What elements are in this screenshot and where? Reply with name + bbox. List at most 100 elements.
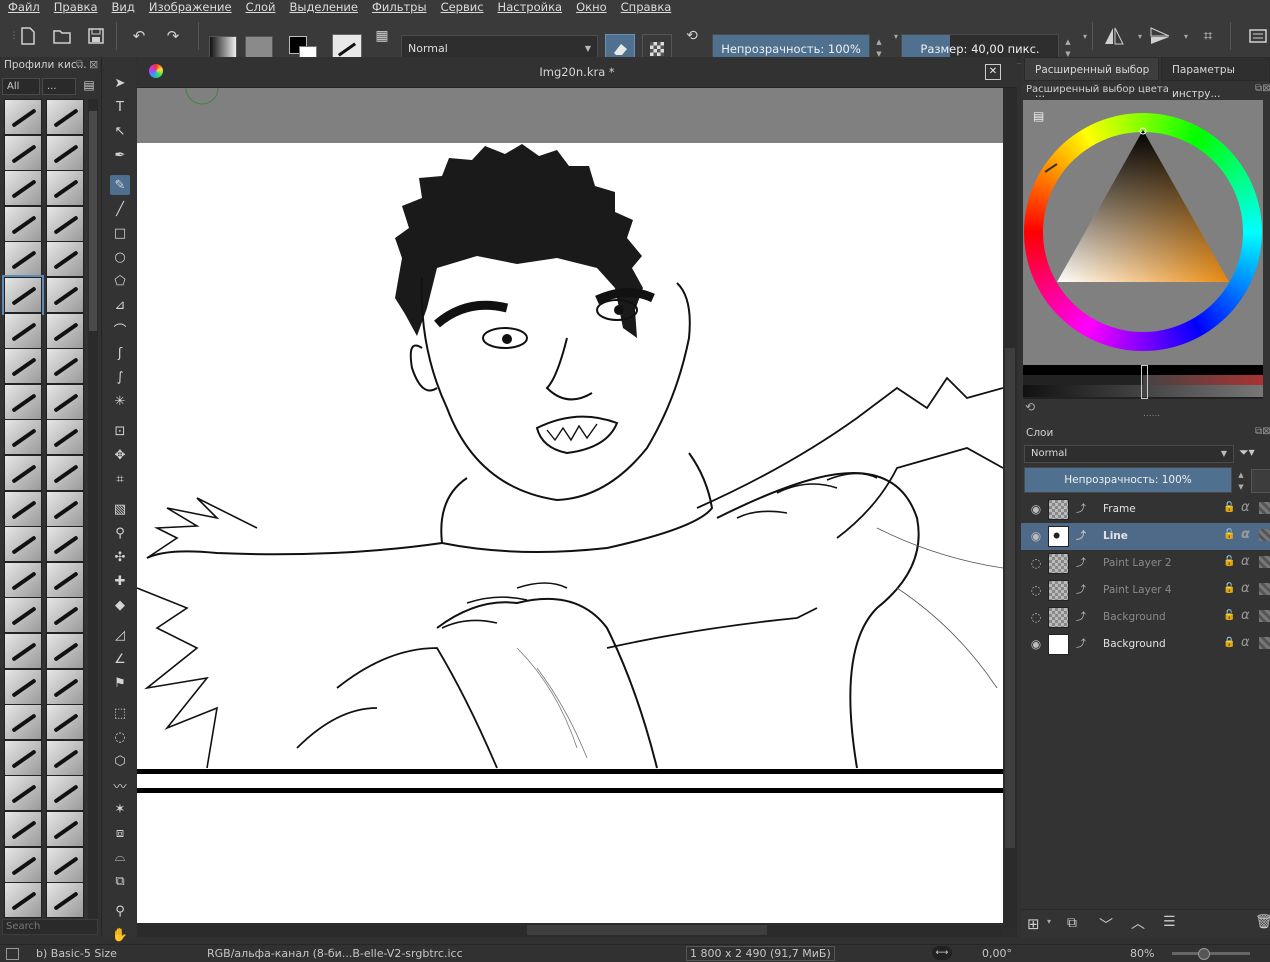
brush-preset-item[interactable]: [46, 419, 84, 456]
brush-preset-item[interactable]: [46, 811, 84, 847]
unlock-icon[interactable]: 🔓: [1223, 502, 1235, 513]
brush-preset-item[interactable]: [4, 775, 42, 812]
brush-preset-item[interactable]: [46, 882, 84, 919]
menu-file[interactable]: Файл: [0, 0, 46, 14]
gradient-tool-icon[interactable]: ▧: [110, 499, 130, 519]
reference-images-tool-icon[interactable]: ⚑: [110, 673, 130, 693]
lock-icon[interactable]: 🔒: [1223, 637, 1235, 648]
layer-filter-icon[interactable]: ⏷▾: [1239, 445, 1261, 463]
layer-opacity-slider[interactable]: Непрозрачность: 100%: [1024, 467, 1232, 493]
brush-preset-item[interactable]: [46, 597, 84, 634]
presets-tag-dropdown[interactable]: ...: [42, 78, 76, 95]
zoom-slider-handle[interactable]: [1198, 948, 1210, 960]
multibrush-tool-icon[interactable]: ✳: [110, 391, 130, 411]
color-selector-area[interactable]: ▤: [1023, 100, 1263, 365]
undo-icon[interactable]: ↶: [127, 24, 151, 48]
canvas-horizontal-scrollbar[interactable]: [137, 923, 1003, 937]
inherit-alpha-icon[interactable]: [1259, 502, 1270, 514]
magnetic-select-tool-icon[interactable]: ⧉: [110, 871, 130, 891]
colorize-mask-tool-icon[interactable]: ✣: [110, 547, 130, 567]
menu-edit[interactable]: Правка: [46, 0, 104, 14]
alpha-lock-icon[interactable]: α: [1241, 500, 1250, 515]
layer-row[interactable]: ◌ ⤴ Paint Layer 2 🔓 α: [1021, 550, 1270, 577]
alpha-lock-icon[interactable]: α: [1241, 554, 1250, 569]
menu-layer[interactable]: Слой: [238, 0, 282, 14]
eye-visible-icon[interactable]: ◉: [1029, 529, 1043, 543]
redo-icon[interactable]: ↷: [161, 24, 185, 48]
polyline-tool-icon[interactable]: ⊿: [110, 295, 130, 315]
toolbar-overflow-icon[interactable]: [1246, 24, 1270, 48]
brush-preset-item[interactable]: [4, 241, 42, 278]
move-layer-down-icon[interactable]: ﹀: [1099, 915, 1113, 935]
canvas[interactable]: [137, 88, 1003, 928]
inherit-alpha-icon[interactable]: [1259, 637, 1270, 649]
menu-filters[interactable]: Фильтры: [364, 0, 433, 14]
brush-preset-item[interactable]: [4, 419, 42, 456]
color-sampler-tool-icon[interactable]: ⚲: [110, 523, 130, 543]
color-history-bar[interactable]: [1023, 365, 1263, 399]
layer-properties-sliders-icon[interactable]: ☰: [1163, 914, 1176, 930]
brush-preset-item[interactable]: [4, 704, 42, 741]
panel-close-icon[interactable]: ⊠: [89, 58, 98, 71]
brush-preset-item[interactable]: [46, 205, 84, 242]
layer-opacity-spin-icon[interactable]: ▲ ▼: [1234, 469, 1248, 493]
dynamic-brush-tool-icon[interactable]: ∫: [110, 367, 130, 387]
reset-colors-icon[interactable]: ⟲: [1025, 400, 1035, 414]
measure-tool-icon[interactable]: ∠: [110, 649, 130, 669]
menu-tools[interactable]: Сервис: [433, 0, 490, 14]
open-document-icon[interactable]: [50, 24, 74, 48]
alpha-lock-icon[interactable]: α: [1241, 581, 1250, 596]
brush-preset-item[interactable]: [4, 134, 42, 171]
canvas-vertical-scrollbar[interactable]: [1003, 88, 1017, 928]
bezier-select-tool-icon[interactable]: ⌓: [110, 847, 130, 867]
brush-preset-item[interactable]: [4, 668, 42, 705]
brush-preset-item[interactable]: [4, 455, 42, 491]
brush-preset-item[interactable]: [46, 846, 84, 883]
brush-preset-item[interactable]: [46, 241, 84, 278]
add-layer-icon[interactable]: ⊞: [1027, 915, 1040, 933]
freehand-select-tool-icon[interactable]: 〰: [110, 775, 130, 795]
brush-preset-item[interactable]: [4, 526, 42, 563]
close-document-icon[interactable]: ✕: [985, 64, 1001, 80]
brush-preset-item[interactable]: [4, 739, 42, 776]
contiguous-select-tool-icon[interactable]: ✶: [110, 799, 130, 819]
status-zoom[interactable]: 80%: [1130, 947, 1154, 960]
ellipse-tool-icon[interactable]: ○: [110, 247, 130, 267]
brush-preset-item[interactable]: [46, 312, 84, 349]
size-menu-icon[interactable]: ▾: [1073, 24, 1097, 48]
brush-preset-item[interactable]: [46, 134, 84, 171]
reload-preset-icon[interactable]: ⟲: [680, 24, 704, 48]
layer-row[interactable]: ◉ ⤴ Background 🔒 α: [1021, 631, 1270, 658]
layer-blend-mode-dropdown[interactable]: Normal ▼: [1024, 445, 1234, 463]
line-tool-icon[interactable]: ╱: [110, 199, 130, 219]
brush-preset-item[interactable]: [4, 348, 42, 385]
layer-row[interactable]: ◌ ⤴ Background 🔓 α: [1021, 604, 1270, 631]
panel-float-icon[interactable]: ⧉: [76, 59, 83, 70]
rect-select-tool-icon[interactable]: ⬚: [110, 703, 130, 723]
brush-preset-item[interactable]: [46, 490, 84, 527]
rotation-icon[interactable]: ⟷: [932, 946, 952, 960]
brush-preset-item[interactable]: [46, 348, 84, 385]
unlock-icon[interactable]: 🔓: [1223, 529, 1235, 540]
smart-patch-tool-icon[interactable]: ✚: [110, 571, 130, 591]
brush-preset-item[interactable]: [46, 633, 84, 669]
menu-settings[interactable]: Настройка: [490, 0, 569, 14]
tab-advanced-color-selector[interactable]: Расширенный выбор ...: [1024, 57, 1159, 100]
similar-select-tool-icon[interactable]: ⧈: [110, 823, 130, 843]
transform-tool-icon[interactable]: ⊡: [110, 421, 130, 441]
brush-preset-item[interactable]: [4, 312, 42, 349]
brush-preset-item[interactable]: [46, 170, 84, 207]
brush-preset-item[interactable]: [4, 383, 42, 420]
freehand-path-tool-icon[interactable]: ʃ: [110, 343, 130, 363]
freehand-brush-tool-icon[interactable]: ✎: [110, 175, 130, 195]
unlock-icon[interactable]: 🔓: [1223, 556, 1235, 567]
brush-preset-item[interactable]: [4, 597, 42, 634]
layer-row[interactable]: ◉ ⤴ Frame 🔓 α: [1021, 496, 1270, 523]
delete-layer-icon[interactable]: 🗑: [1255, 914, 1270, 930]
mirror-v-menu-icon[interactable]: ▾: [1174, 24, 1198, 48]
polygon-select-tool-icon[interactable]: ⬡: [110, 751, 130, 771]
panel-splitter[interactable]: ......: [1143, 409, 1160, 419]
brush-preset-item[interactable]: [46, 277, 84, 313]
eye-visible-icon[interactable]: ◉: [1029, 637, 1043, 651]
menu-help[interactable]: Справка: [613, 0, 678, 14]
